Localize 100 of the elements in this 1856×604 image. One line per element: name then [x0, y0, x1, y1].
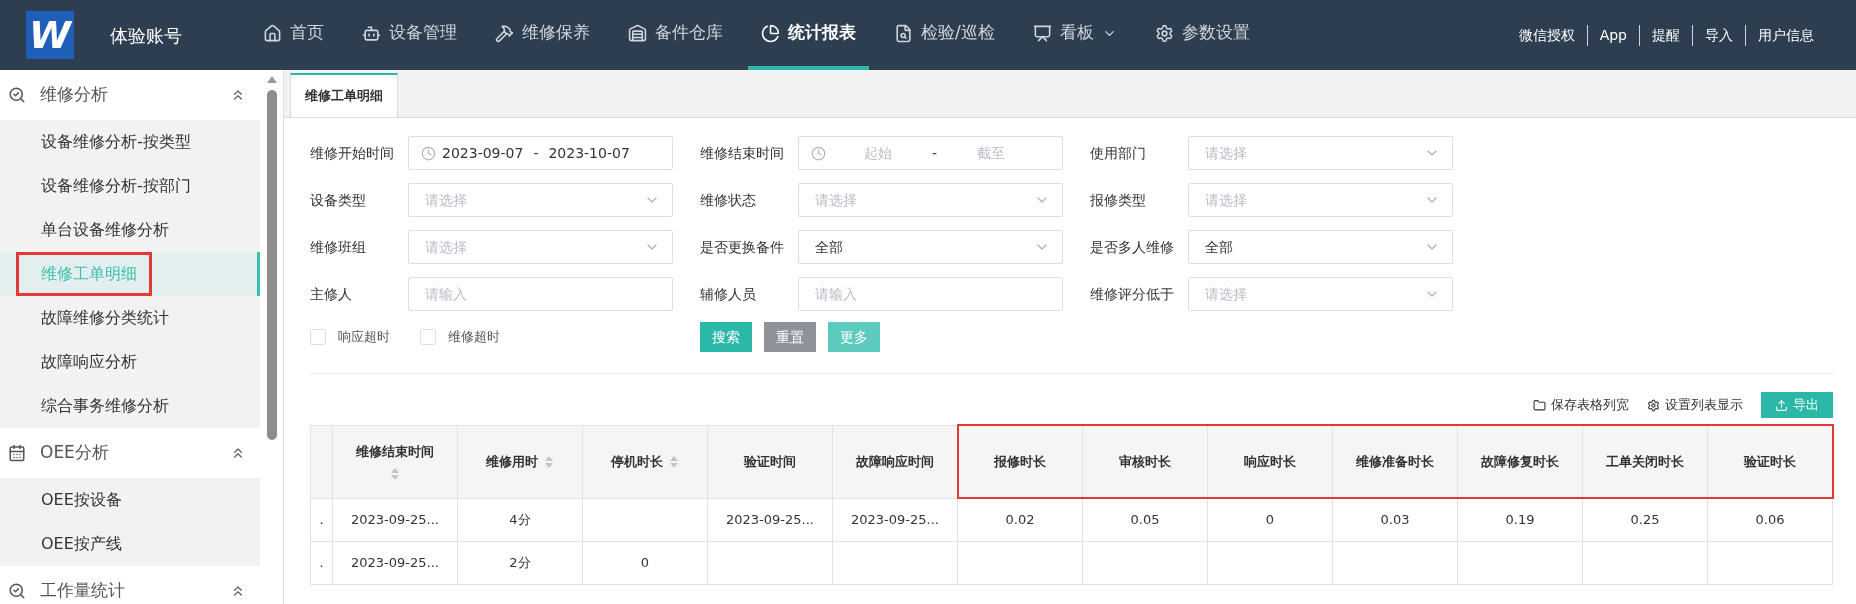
filter-label: 设备类型: [310, 190, 367, 210]
tools-icon: [495, 23, 514, 43]
header-link[interactable]: 提醒: [1639, 24, 1692, 46]
nav-tab[interactable]: 参数设置: [1141, 0, 1263, 70]
select-placeholder: 请选择: [425, 190, 467, 210]
sidebar-item[interactable]: 设备维修分析-按部门: [0, 164, 260, 208]
table-cell: .: [319, 511, 324, 527]
table-cell: 2023-09-25...: [726, 511, 814, 527]
table-cell: 0.05: [1130, 512, 1160, 527]
house-icon: [263, 23, 282, 43]
column-header[interactable]: 维修结束时间: [332, 425, 458, 498]
page-tab[interactable]: 维修工单明细: [290, 73, 398, 117]
account-name: 体验账号: [110, 23, 183, 48]
sort-icon[interactable]: [390, 467, 400, 482]
column-header[interactable]: 故障响应时间: [832, 425, 958, 498]
table-cell: 2023-09-25...: [851, 511, 939, 527]
checkbox-label: 响应超时: [338, 328, 390, 347]
nav-tab[interactable]: 维修保养: [482, 0, 603, 70]
sidebar-item[interactable]: OEE按设备: [0, 478, 260, 522]
clock-icon: [811, 145, 826, 161]
pie-chart-icon: [761, 23, 780, 43]
date-range-field[interactable]: 2023-09-07 - 2023-10-07: [408, 136, 673, 170]
logo: W: [26, 11, 74, 59]
sidebar-item[interactable]: 故障响应分析: [0, 340, 260, 384]
start-date: 2023-09-07: [442, 143, 524, 163]
filter-label: 使用部门: [1090, 143, 1147, 163]
sidebar-item[interactable]: OEE按产线: [0, 522, 260, 566]
calendar-icon: [8, 444, 26, 462]
select-placeholder: 请选择: [425, 237, 467, 257]
table-cell: 0.19: [1505, 512, 1535, 527]
filter-label: 维修状态: [700, 190, 757, 210]
table-cell: 0: [640, 554, 650, 570]
filter-label: 维修开始时间: [310, 143, 395, 163]
sort-icon[interactable]: [669, 454, 679, 469]
header-link[interactable]: App: [1586, 24, 1639, 46]
filter-label: 辅修人员: [700, 284, 757, 304]
folder-icon: [1533, 398, 1546, 412]
filter-label: 是否更换备件: [700, 237, 785, 257]
sidebar-item[interactable]: 故障维修分类统计: [0, 296, 260, 340]
sidebar-item[interactable]: 设备维修分析-按类型: [0, 120, 260, 164]
table-cell: 0.25: [1630, 512, 1660, 527]
column-header[interactable]: 响应时长: [1207, 425, 1333, 498]
nav-tab[interactable]: 首页: [250, 0, 337, 70]
upload-icon: [1775, 398, 1788, 412]
header-link[interactable]: 微信授权: [1506, 24, 1587, 46]
select-placeholder: 请选择: [815, 190, 857, 210]
select-value: 全部: [1205, 237, 1233, 257]
gear-icon: [1154, 23, 1174, 43]
header-link[interactable]: 导入: [1692, 24, 1745, 46]
column-header[interactable]: 工单关闭时长: [1582, 425, 1708, 498]
input-field[interactable]: 请输入: [408, 277, 673, 311]
filter-label: 维修班组: [310, 237, 367, 257]
select-value: 全部: [815, 237, 843, 257]
nav-tab[interactable]: 看板: [1019, 0, 1130, 70]
column-header[interactable]: 故障修复时长: [1457, 425, 1583, 498]
filter-label: 报修类型: [1090, 190, 1147, 210]
document-search-icon: [894, 23, 913, 43]
table-cell: 0.06: [1755, 512, 1785, 527]
checkbox[interactable]: [310, 329, 326, 345]
nav-tab[interactable]: 备件仓库: [615, 0, 736, 70]
column-header[interactable]: 维修用时: [457, 425, 583, 498]
checkbox[interactable]: [420, 329, 436, 345]
save-column-widths-link[interactable]: 保存表格列宽: [1533, 395, 1629, 415]
column-header[interactable]: 维修准备时长: [1332, 425, 1458, 498]
nav-tab[interactable]: 设备管理: [349, 0, 470, 70]
select-placeholder: 请选择: [1205, 284, 1247, 304]
column-header[interactable]: [310, 425, 333, 498]
table-cell: 0: [1265, 512, 1275, 527]
end-date: 2023-10-07: [548, 143, 630, 163]
column-header[interactable]: 验证时间: [707, 425, 833, 498]
warehouse-icon: [628, 23, 647, 43]
table-cell: 2023-09-25...: [351, 554, 439, 570]
range-separator: -: [932, 143, 938, 163]
sidebar-item[interactable]: 单台设备维修分析: [0, 208, 260, 252]
date-range-field[interactable]: 起始 - 截至: [798, 136, 1063, 170]
header-link[interactable]: 用户信息: [1745, 24, 1826, 46]
filter-label: 维修评分低于: [1090, 284, 1175, 304]
chart-search-icon: [8, 582, 26, 600]
filter-label: 是否多人维修: [1090, 237, 1175, 257]
column-header[interactable]: 停机时长: [582, 425, 708, 498]
sort-icon[interactable]: [544, 454, 554, 469]
table-cell: .: [319, 554, 324, 570]
start-placeholder: 起始: [864, 143, 892, 163]
select-placeholder: 请选择: [1205, 143, 1247, 163]
input-field[interactable]: 请输入: [798, 277, 1063, 311]
column-header[interactable]: 报修时长: [957, 425, 1083, 498]
nav-tab[interactable]: 检验/巡检: [881, 0, 1008, 70]
presentation-board-icon: [1032, 23, 1052, 43]
select-field[interactable]: 全部: [1188, 230, 1453, 264]
filter-label: 主修人: [310, 284, 353, 304]
filter-label: 维修结束时间: [700, 143, 785, 163]
column-header[interactable]: 审核时长: [1082, 425, 1208, 498]
column-header[interactable]: 验证时长: [1707, 425, 1833, 498]
table-cell: 0.02: [1005, 512, 1035, 527]
table-cell: 2分: [509, 554, 531, 570]
sidebar-item[interactable]: 综合事务维修分析: [0, 384, 260, 428]
column-settings-link[interactable]: 设置列表显示: [1647, 395, 1743, 415]
table-cell: 2023-09-25...: [351, 511, 439, 527]
select-field[interactable]: 全部: [798, 230, 1063, 264]
gear-icon: [1647, 398, 1660, 412]
